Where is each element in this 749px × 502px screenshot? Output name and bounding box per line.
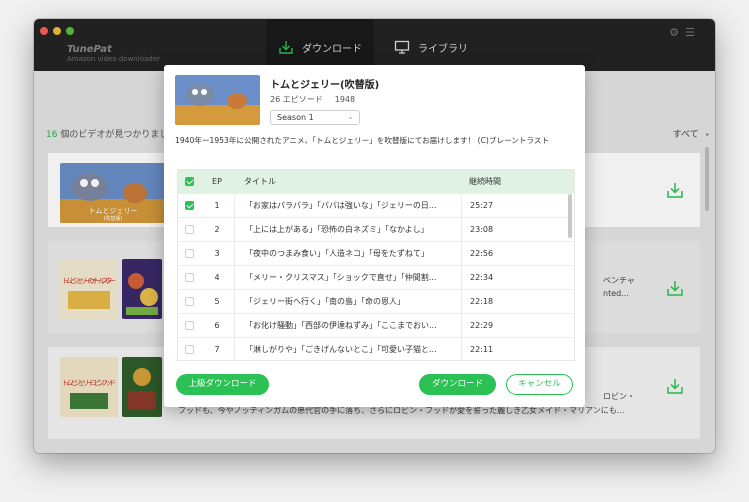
episode-title: 「夜中のつまみ食い」「人造ネコ」「母をたずねて」 [234, 242, 454, 265]
episode-checkbox[interactable] [185, 321, 194, 330]
row-checkbox-cell [178, 194, 202, 217]
table-row[interactable]: 7 「淋しがりや」「ごきげんないとこ」「可愛い子猫と... 22:11 [178, 337, 574, 360]
advanced-download-button[interactable]: 上級ダウンロード [176, 374, 269, 395]
episode-duration: 23:08 [461, 218, 574, 241]
dialog-meta: 26 エピソード 1948 [270, 94, 355, 105]
episode-duration: 22:11 [461, 338, 574, 360]
episode-checkbox[interactable] [185, 273, 194, 282]
row-checkbox-cell [178, 338, 202, 360]
row-checkbox-cell [178, 242, 202, 265]
dialog-description: 1940年ー1953年に公開されたアニメ、「トムとジェリー」を吹替版にてお届けし… [175, 136, 550, 145]
dialog-title: トムとジェリー(吹替版) [270, 80, 380, 91]
row-checkbox-cell [178, 314, 202, 337]
episode-title: 「メリー・クリスマス」「ショックで直せ」「仲間割... [234, 266, 454, 289]
episode-checkbox[interactable] [185, 225, 194, 234]
season-value: Season 1 [277, 113, 314, 122]
select-all-cell [178, 170, 202, 193]
episode-title: 「淋しがりや」「ごきげんないとこ」「可愛い子猫と... [234, 338, 454, 360]
episode-duration: 25:27 [461, 194, 574, 217]
download-button[interactable]: ダウンロード [419, 374, 496, 395]
table-header: EP タイトル 継続時間 [178, 170, 574, 193]
table-row[interactable]: 5 「ジェリー街へ行く」「南の島」「命の恩人」 22:18 [178, 289, 574, 313]
row-checkbox-cell [178, 290, 202, 313]
season-select[interactable]: Season 1 ⌄ [270, 110, 360, 125]
column-header-ep: EP [212, 177, 222, 186]
episode-duration: 22:18 [461, 290, 574, 313]
dialog-thumbnail [175, 75, 260, 125]
table-row[interactable]: 1 「お家はパラパラ」「パパは強いな」「ジェリーの日... 25:27 [178, 193, 574, 217]
episode-number: 4 [214, 273, 220, 282]
episode-checkbox[interactable] [185, 201, 194, 210]
row-checkbox-cell [178, 218, 202, 241]
episode-selection-dialog: トムとジェリー(吹替版) 26 エピソード 1948 Season 1 ⌄ 194… [164, 65, 585, 407]
release-year: 1948 [334, 95, 356, 104]
episode-number: 2 [214, 225, 220, 234]
episode-number: 5 [214, 297, 220, 306]
table-row[interactable]: 2 「上には上がある」「恐怖の白ネズミ」「なかよし」 23:08 [178, 217, 574, 241]
table-row[interactable]: 6 「お化け騒動」「西部の伊達ねずみ」「ここまでおい... 22:29 [178, 313, 574, 337]
select-all-checkbox[interactable] [185, 177, 194, 186]
episode-number: 6 [214, 321, 220, 330]
chevron-down-icon: ⌄ [347, 112, 354, 121]
row-checkbox-cell [178, 266, 202, 289]
episode-count: 26 エピソード [270, 95, 323, 104]
episode-table: EP タイトル 継続時間 1 「お家はパラパラ」「パパは強いな」「ジェリーの日..… [177, 169, 575, 361]
episode-checkbox[interactable] [185, 297, 194, 306]
table-row[interactable]: 3 「夜中のつまみ食い」「人造ネコ」「母をたずねて」 22:56 [178, 241, 574, 265]
episode-title: 「お家はパラパラ」「パパは強いな」「ジェリーの日... [234, 194, 454, 217]
column-header-title: タイトル [244, 177, 276, 186]
episode-checkbox[interactable] [185, 249, 194, 258]
episode-number: 1 [214, 201, 220, 210]
cancel-button[interactable]: キャンセル [506, 374, 573, 395]
episode-title: 「ジェリー街へ行く」「南の島」「命の恩人」 [234, 290, 454, 313]
episode-number: 3 [214, 249, 220, 258]
episode-number: 7 [214, 345, 220, 354]
episode-duration: 22:56 [461, 242, 574, 265]
episode-title: 「お化け騒動」「西部の伊達ねずみ」「ここまでおい... [234, 314, 454, 337]
episode-duration: 22:34 [461, 266, 574, 289]
episode-title: 「上には上がある」「恐怖の白ネズミ」「なかよし」 [234, 218, 454, 241]
episode-duration: 22:29 [461, 314, 574, 337]
table-scrollbar[interactable] [568, 194, 572, 238]
episode-checkbox[interactable] [185, 345, 194, 354]
table-row[interactable]: 4 「メリー・クリスマス」「ショックで直せ」「仲間割... 22:34 [178, 265, 574, 289]
column-header-duration: 継続時間 [469, 177, 501, 186]
